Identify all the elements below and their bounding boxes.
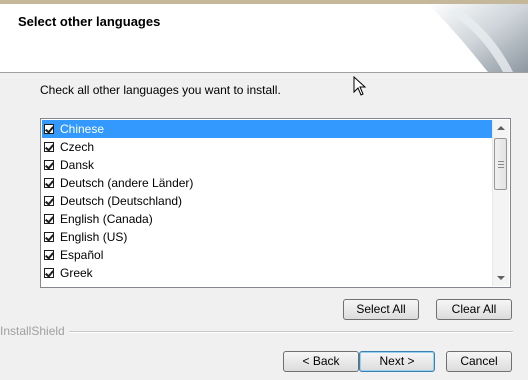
back-button[interactable]: < Back	[283, 351, 359, 372]
language-item[interactable]: Deutsch (andere Länder)	[42, 174, 494, 192]
language-item[interactable]: Español	[42, 246, 494, 264]
checkbox-icon[interactable]	[44, 178, 54, 188]
language-item[interactable]: Deutsch (Deutschland)	[42, 192, 494, 210]
clear-all-button[interactable]: Clear All	[436, 299, 512, 320]
scroll-thumb[interactable]	[494, 138, 507, 190]
language-label: English (US)	[60, 230, 128, 244]
language-item[interactable]: English (Canada)	[42, 210, 494, 228]
language-label: Greek	[60, 266, 93, 280]
language-item[interactable]: Greek	[42, 264, 494, 282]
cancel-button[interactable]: Cancel	[446, 351, 512, 372]
language-label: Dansk	[60, 158, 95, 172]
language-label: Deutsch (Deutschland)	[60, 194, 183, 208]
language-label: English (Canada)	[60, 212, 153, 226]
dialog-header: Select other languages	[0, 4, 528, 73]
mouse-cursor-icon	[353, 76, 367, 96]
language-item[interactable]: English (US)	[42, 228, 494, 246]
checkbox-icon[interactable]	[44, 250, 54, 260]
scroll-up-icon[interactable]	[497, 126, 505, 130]
language-label: Deutsch (andere Länder)	[60, 176, 194, 190]
language-label: Español	[60, 248, 104, 262]
page-title: Select other languages	[18, 14, 161, 29]
divider	[66, 331, 513, 333]
language-item[interactable]: Chinese	[42, 120, 494, 138]
installshield-brand: InstallShield	[0, 324, 69, 338]
checkbox-icon[interactable]	[44, 268, 54, 278]
decorative-banner-graphic	[428, 4, 528, 72]
language-item[interactable]: Dansk	[42, 156, 494, 174]
language-label: Czech	[60, 140, 95, 154]
language-list[interactable]: Chinese Czech Dansk Deutsch (andere Länder)…	[40, 118, 511, 288]
vertical-scrollbar[interactable]	[492, 120, 509, 286]
language-item[interactable]: Czech	[42, 138, 494, 156]
instruction-text: Check all other languages you want to in…	[40, 83, 281, 97]
checkbox-icon[interactable]	[44, 196, 54, 206]
checkbox-icon[interactable]	[44, 160, 54, 170]
scroll-down-icon[interactable]	[497, 276, 505, 280]
language-label: Chinese	[60, 122, 105, 136]
checkbox-icon[interactable]	[44, 124, 54, 134]
select-all-button[interactable]: Select All	[343, 299, 419, 320]
checkbox-icon[interactable]	[44, 232, 54, 242]
checkbox-icon[interactable]	[44, 142, 54, 152]
checkbox-icon[interactable]	[44, 214, 54, 224]
next-button[interactable]: Next >	[359, 351, 435, 372]
